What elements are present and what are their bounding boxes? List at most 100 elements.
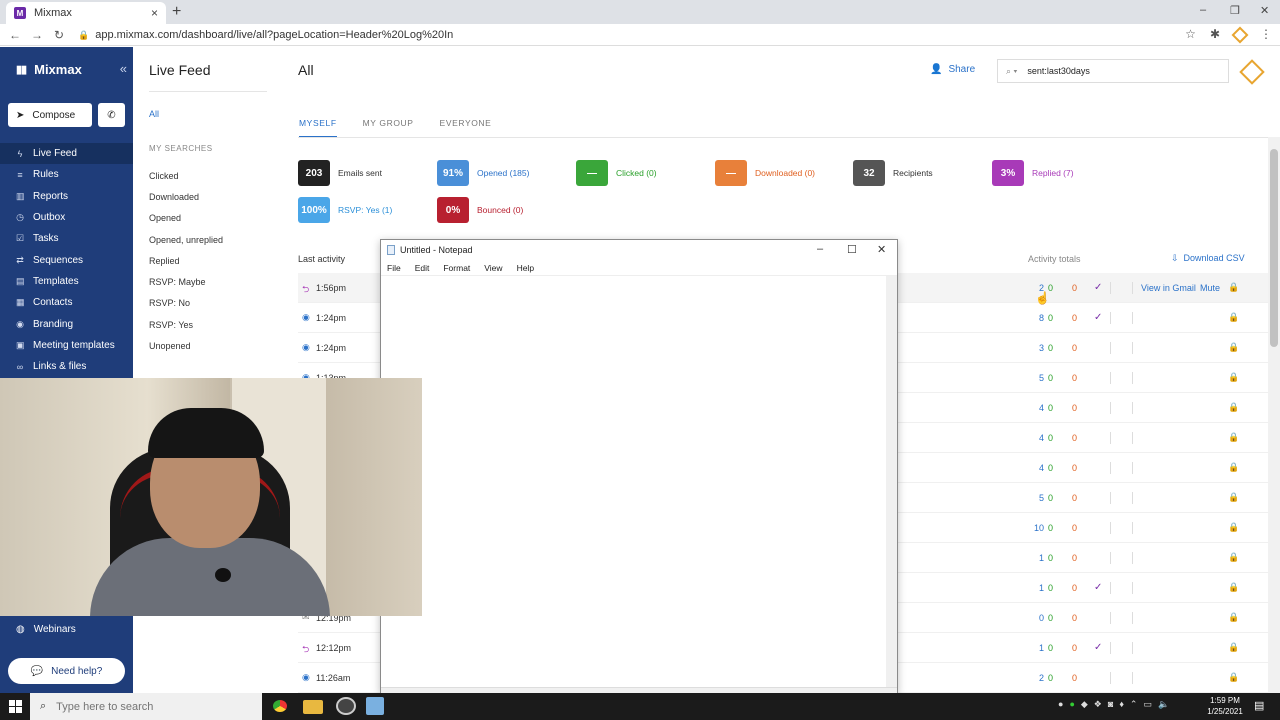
sidebar-item-reports[interactable]: ▥ Reports: [0, 186, 133, 207]
taskbar-search[interactable]: ⌕: [30, 693, 262, 720]
collapse-sidebar-icon[interactable]: «: [120, 61, 127, 76]
scrollbar-thumb[interactable]: [1270, 149, 1278, 347]
mixmax-diamond-icon[interactable]: [1239, 59, 1265, 85]
stat-rsvp-yes[interactable]: 100% RSVP: Yes (1): [298, 197, 392, 223]
lock-icon[interactable]: 🔒: [1228, 402, 1239, 413]
chrome-taskbar-icon[interactable]: [270, 697, 290, 715]
tab-my-group[interactable]: MY GROUP: [363, 118, 414, 138]
browser-menu-icon[interactable]: ⋮: [1260, 27, 1272, 41]
search-input[interactable]: [1027, 66, 1208, 76]
tray-network-icon[interactable]: ▭: [1143, 699, 1152, 710]
extensions-icon[interactable]: ✱: [1210, 27, 1220, 41]
saved-search-downloaded[interactable]: Downloaded: [149, 186, 223, 207]
tray-app-icon[interactable]: ●: [1058, 699, 1063, 710]
search-field[interactable]: ⌕ ▾: [997, 59, 1229, 83]
reload-icon[interactable]: ↻: [48, 28, 70, 42]
lock-icon[interactable]: 🔒: [1228, 492, 1239, 503]
stat-opened[interactable]: 91% Opened (185): [437, 160, 529, 186]
tab-everyone[interactable]: EVERYONE: [440, 118, 492, 138]
saved-search-replied[interactable]: Replied: [149, 250, 223, 271]
menu-edit[interactable]: Edit: [415, 263, 430, 273]
lock-icon[interactable]: 🔒: [1228, 612, 1239, 623]
back-icon[interactable]: ←: [4, 28, 26, 42]
tray-gamepad-icon[interactable]: ◙: [1108, 699, 1113, 710]
notepad-taskbar-icon[interactable]: [366, 697, 384, 715]
mute-link[interactable]: Mute: [1200, 283, 1220, 293]
close-window-icon[interactable]: ✕: [1260, 4, 1269, 17]
stat-clicked[interactable]: — Clicked (0): [576, 160, 657, 186]
stat-bounced[interactable]: 0% Bounced (0): [437, 197, 523, 223]
bookmark-star-icon[interactable]: ☆: [1185, 27, 1196, 41]
menu-help[interactable]: Help: [517, 263, 534, 273]
saved-search-rsvp-yes[interactable]: RSVP: Yes: [149, 314, 223, 335]
notepad-scrollbar[interactable]: [886, 276, 897, 688]
sidebar-item-links-files[interactable]: ∞ Links & files: [0, 356, 133, 377]
forward-icon[interactable]: →: [26, 28, 48, 42]
taskbar-search-input[interactable]: [56, 700, 237, 713]
mixmax-extension-icon[interactable]: [1231, 26, 1249, 44]
lock-icon[interactable]: 🔒: [1228, 522, 1239, 533]
taskbar-clock[interactable]: 1:59 PM 1/25/2021: [1203, 695, 1247, 717]
lock-icon[interactable]: 🔒: [1228, 342, 1239, 353]
lock-icon[interactable]: 🔒: [1228, 642, 1239, 653]
browser-tab[interactable]: M Mixmax ×: [6, 2, 166, 24]
sidebar-item-rules[interactable]: ≡ Rules: [0, 164, 133, 185]
lock-icon[interactable]: 🔒: [1228, 462, 1239, 473]
brand[interactable]: ▮▮ Mixmax: [16, 62, 82, 77]
saved-search-clicked[interactable]: Clicked: [149, 165, 223, 186]
lock-icon[interactable]: 🔒: [1228, 372, 1239, 383]
share-button[interactable]: 👤 Share: [930, 64, 975, 75]
last-activity-header[interactable]: Last activity: [298, 254, 345, 264]
need-help-button[interactable]: 💬 Need help?: [8, 658, 125, 684]
notepad-maximize-icon[interactable]: ☐: [847, 243, 857, 256]
sidebar-item-sequences[interactable]: ⇄ Sequences: [0, 249, 133, 270]
saved-search-opened[interactable]: Opened: [149, 208, 223, 229]
minimize-window-icon[interactable]: –: [1200, 4, 1206, 16]
stat-recipients[interactable]: 32 Recipients: [853, 160, 933, 186]
tray-mic-icon[interactable]: ♦: [1119, 699, 1124, 710]
saved-search-rsvp-no[interactable]: RSVP: No: [149, 293, 223, 314]
stat-emails-sent[interactable]: 203 Emails sent: [298, 160, 382, 186]
lock-icon[interactable]: 🔒: [1228, 282, 1239, 293]
view-in-gmail-link[interactable]: View in Gmail: [1141, 283, 1196, 293]
obs-taskbar-icon[interactable]: [336, 697, 356, 715]
new-tab-button[interactable]: +: [172, 3, 181, 21]
saved-search-rsvp-maybe[interactable]: RSVP: Maybe: [149, 271, 223, 292]
tray-expand-icon[interactable]: ⌃: [1130, 699, 1138, 710]
menu-file[interactable]: File: [387, 263, 401, 273]
sidebar-item-tasks[interactable]: ☑ Tasks: [0, 228, 133, 249]
file-explorer-taskbar-icon[interactable]: [303, 700, 323, 714]
tray-green-icon[interactable]: ●: [1069, 699, 1074, 710]
saved-search-unopened[interactable]: Unopened: [149, 335, 223, 356]
compose-button[interactable]: ➤ Compose: [8, 103, 92, 127]
lock-icon[interactable]: 🔒: [1228, 582, 1239, 593]
sidebar-item-meeting-templates[interactable]: ▣ Meeting templates: [0, 335, 133, 356]
tray-dropbox-icon[interactable]: ❖: [1094, 699, 1102, 710]
tray-volume-icon[interactable]: 🔈: [1158, 699, 1169, 710]
page-scrollbar[interactable]: [1268, 137, 1280, 693]
sidebar-item-outbox[interactable]: ◷ Outbox: [0, 207, 133, 228]
menu-view[interactable]: View: [484, 263, 502, 273]
lock-icon[interactable]: 🔒: [1228, 432, 1239, 443]
stat-replied[interactable]: 3% Replied (7): [992, 160, 1074, 186]
notepad-minimize-icon[interactable]: –: [817, 243, 823, 255]
restore-window-icon[interactable]: ❐: [1230, 4, 1240, 17]
notification-icon[interactable]: ▤: [1254, 699, 1264, 712]
lock-icon[interactable]: 🔒: [1228, 552, 1239, 563]
saved-search-opened-unreplied[interactable]: Opened, unreplied: [149, 229, 223, 250]
all-link[interactable]: All: [149, 109, 159, 119]
sidebar-item-branding[interactable]: ◉ Branding: [0, 313, 133, 334]
sidebar-item-live-feed[interactable]: ϟ Live Feed: [0, 143, 133, 165]
windows-start-icon[interactable]: [9, 700, 22, 713]
tray-drive-icon[interactable]: ◆: [1081, 699, 1088, 710]
url-field[interactable]: 🔒 app.mixmax.com/dashboard/live/all?page…: [78, 27, 453, 43]
menu-format[interactable]: Format: [443, 263, 470, 273]
download-csv-button[interactable]: ⇩ Download CSV: [1171, 253, 1245, 264]
lock-icon[interactable]: 🔒: [1228, 672, 1239, 683]
stat-downloaded[interactable]: — Downloaded (0): [715, 160, 815, 186]
lock-icon[interactable]: 🔒: [1228, 312, 1239, 323]
notepad-close-icon[interactable]: ✕: [877, 243, 886, 256]
sidebar-item-webinars[interactable]: ◍ Webinars: [16, 624, 76, 635]
dialer-button[interactable]: ✆: [98, 103, 125, 127]
tab-myself[interactable]: MYSELF: [299, 118, 337, 138]
